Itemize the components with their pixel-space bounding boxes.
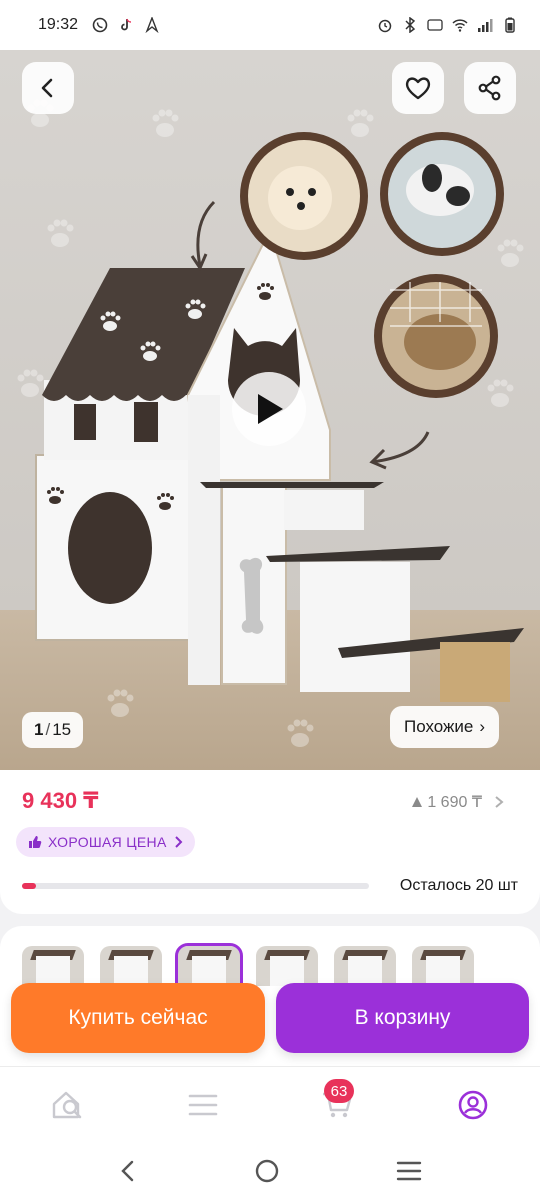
price-card: 9 430 ₸ 1 690 ₸ ХОРОШАЯ ЦЕНА Осталось 20… — [0, 770, 540, 914]
home-search-icon — [52, 1091, 81, 1118]
nav-home[interactable] — [0, 1067, 135, 1142]
add-to-cart-button[interactable]: В корзину — [276, 983, 529, 1053]
gallery-separator: / — [45, 720, 51, 739]
status-notification-icons — [92, 17, 160, 33]
gallery-total: 15 — [52, 720, 72, 739]
system-home-icon[interactable] — [254, 1158, 280, 1184]
system-recents-icon[interactable] — [396, 1160, 422, 1182]
triangle-up-icon — [412, 797, 423, 807]
gallery-current-index: 1 — [34, 720, 44, 739]
tiktok-icon — [121, 18, 132, 31]
gallery-page-counter: 1 / 15 — [22, 712, 84, 748]
status-bar: 19:32 — [0, 0, 540, 50]
chevron-left-icon — [41, 78, 53, 98]
play-video-button[interactable] — [232, 372, 306, 446]
thumbnail-item-selected[interactable] — [175, 943, 243, 989]
menu-icon — [188, 1094, 217, 1115]
chevron-right-icon — [495, 796, 504, 808]
thumbnail-item[interactable] — [412, 946, 474, 986]
price-history-value: 1 690 ₸ — [427, 794, 482, 811]
similar-products-label: Похожие — [404, 717, 474, 736]
product-page: 19:32 1 / 15 Похожие › 9 430 ₸ 1 690 ₸ Х… — [0, 0, 540, 1200]
nav-profile[interactable] — [405, 1067, 540, 1142]
status-system-icons — [377, 17, 518, 33]
bottom-navigation: 63 — [0, 1066, 540, 1142]
alarm-icon — [378, 19, 392, 33]
system-navigation-bar — [0, 1142, 540, 1200]
product-gallery[interactable]: 1 / 15 Похожие › — [0, 50, 540, 770]
whatsapp-icon — [92, 17, 108, 33]
signal-icon — [478, 19, 493, 32]
wifi-icon — [452, 19, 468, 32]
heart-icon — [405, 77, 431, 100]
back-button[interactable] — [22, 62, 74, 114]
similar-products-arrow: › — [479, 717, 486, 736]
chevron-right-icon — [174, 836, 183, 848]
good-price-badge[interactable]: ХОРОШАЯ ЦЕНА — [16, 827, 195, 857]
good-price-label: ХОРОШАЯ ЦЕНА — [48, 834, 167, 850]
cart-count-badge: 63 — [324, 1079, 354, 1103]
nav-cart[interactable]: 63 — [270, 1067, 405, 1142]
bluetooth-icon — [405, 17, 416, 33]
thumbnail-item[interactable] — [334, 946, 396, 986]
system-back-icon[interactable] — [118, 1159, 138, 1183]
play-icon — [258, 394, 283, 424]
favorite-button[interactable] — [392, 62, 444, 114]
nav-catalog[interactable] — [135, 1067, 270, 1142]
thumbnail-list — [22, 943, 474, 989]
stock-remaining: Осталось 20 шт — [399, 877, 518, 894]
status-time: 19:32 — [38, 16, 79, 33]
thumbs-up-icon — [29, 836, 42, 848]
thumbnail-item[interactable] — [256, 946, 318, 986]
price-history-link[interactable]: 1 690 ₸ — [411, 792, 506, 812]
buy-now-button[interactable]: Купить сейчас — [11, 983, 265, 1053]
share-button[interactable] — [464, 62, 516, 114]
navigation-icon — [145, 17, 159, 33]
thumbnail-item[interactable] — [22, 946, 84, 986]
stock-progress-bar — [22, 883, 369, 889]
current-price: 9 430 ₸ — [22, 788, 99, 813]
similar-products-button[interactable]: Похожие › — [390, 706, 500, 748]
profile-icon — [458, 1090, 487, 1119]
thumbnail-item[interactable] — [100, 946, 162, 986]
stock-progress-fill — [22, 883, 36, 889]
share-icon — [478, 75, 501, 101]
battery-icon — [505, 17, 515, 33]
volte-icon — [427, 19, 443, 31]
